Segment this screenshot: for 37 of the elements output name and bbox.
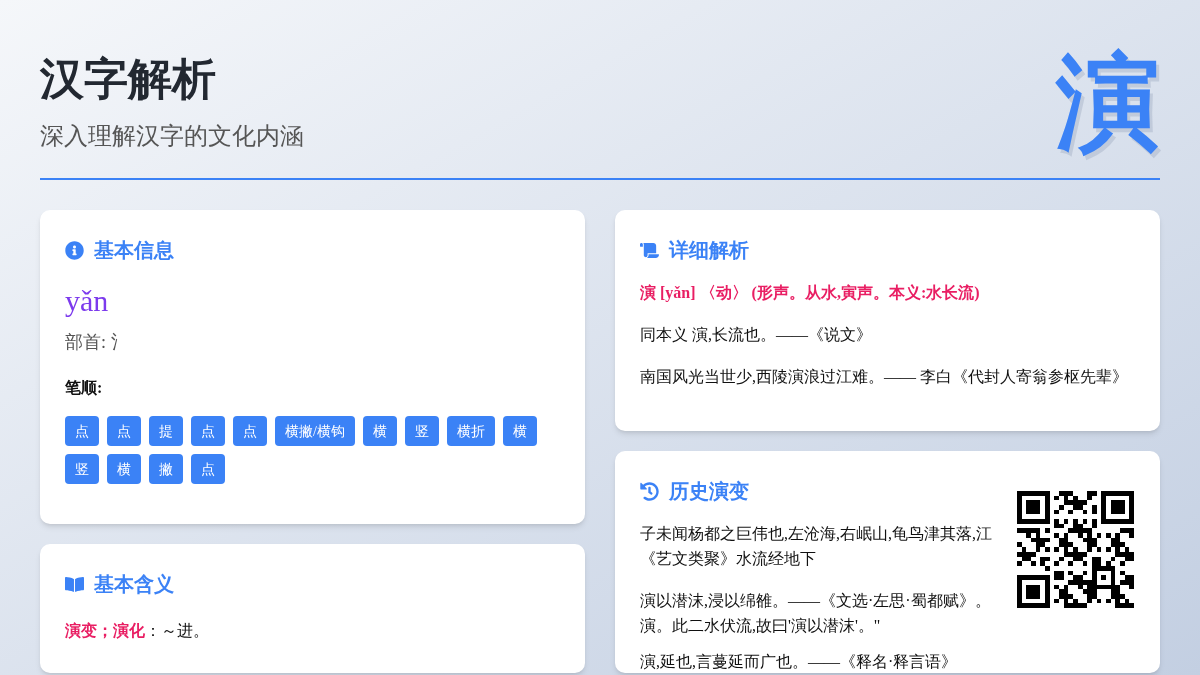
stroke-tag: 横 <box>502 416 537 446</box>
stroke-tag: 提 <box>149 416 183 446</box>
stroke-tag: 横撇/横钩 <box>275 416 355 446</box>
stroke-tag: 撇 <box>149 454 183 484</box>
stroke-tag: 点 <box>65 416 99 446</box>
quote-line: 演。此二水伏流,故曰'演以潜沫'。" <box>640 616 881 636</box>
stroke-order-label: 笔顺: <box>65 378 103 398</box>
radical-text: 部首: 氵 <box>65 331 129 354</box>
featured-character: 演 <box>1056 50 1160 154</box>
quote-line: 演,延也,言蔓延而广也。——《释名·释言语》 <box>640 652 958 672</box>
quote-line: 演以潜沫,浸以绵雒。——《文选·左思·蜀都赋》。 <box>640 591 991 611</box>
quote-text: 同本义 演,长流也。——《说文》 <box>640 325 872 345</box>
pinyin: yǎn <box>65 283 109 319</box>
scroll-icon <box>640 240 659 260</box>
stroke-tag: 点 <box>107 416 141 446</box>
stroke-tag: 点 <box>191 416 225 446</box>
card-title: 历史演变 <box>669 479 749 504</box>
info-icon <box>65 240 84 260</box>
stroke-tag: 竖 <box>404 416 439 446</box>
stroke-tag: 横折 <box>446 416 495 446</box>
stroke-tag: 横 <box>107 454 141 484</box>
page-subtitle: 深入理解汉字的文化内涵 <box>40 121 304 151</box>
stroke-tag: 点 <box>191 454 225 484</box>
open-book-icon <box>65 574 84 594</box>
card-title: 详细解析 <box>669 238 749 263</box>
quote-text: 南国风光当世少,西陵演浪过江难。—— 李白《代封人寄翁参枢先辈》 <box>640 367 1128 387</box>
quote-line: 子未闻杨都之巨伟也,左沧海,右岷山,龟鸟津其落,江 <box>640 524 992 544</box>
definition-headline: 演 [yǎn] 〈动〉 (形声。从水,寅声。本义:水长流) <box>640 283 980 304</box>
stroke-tag: 横 <box>362 416 397 446</box>
meaning-entry: 演变；演化：～进。 <box>65 621 209 641</box>
card-title: 基本含义 <box>94 572 174 597</box>
stroke-tag: 点 <box>233 416 267 446</box>
card-title: 基本信息 <box>94 238 174 263</box>
history-icon <box>640 481 659 501</box>
stroke-tag: 竖 <box>65 454 99 484</box>
quote-line: 《艺文类聚》水流经地下 <box>640 549 816 569</box>
page-title: 汉字解析 <box>40 53 217 106</box>
